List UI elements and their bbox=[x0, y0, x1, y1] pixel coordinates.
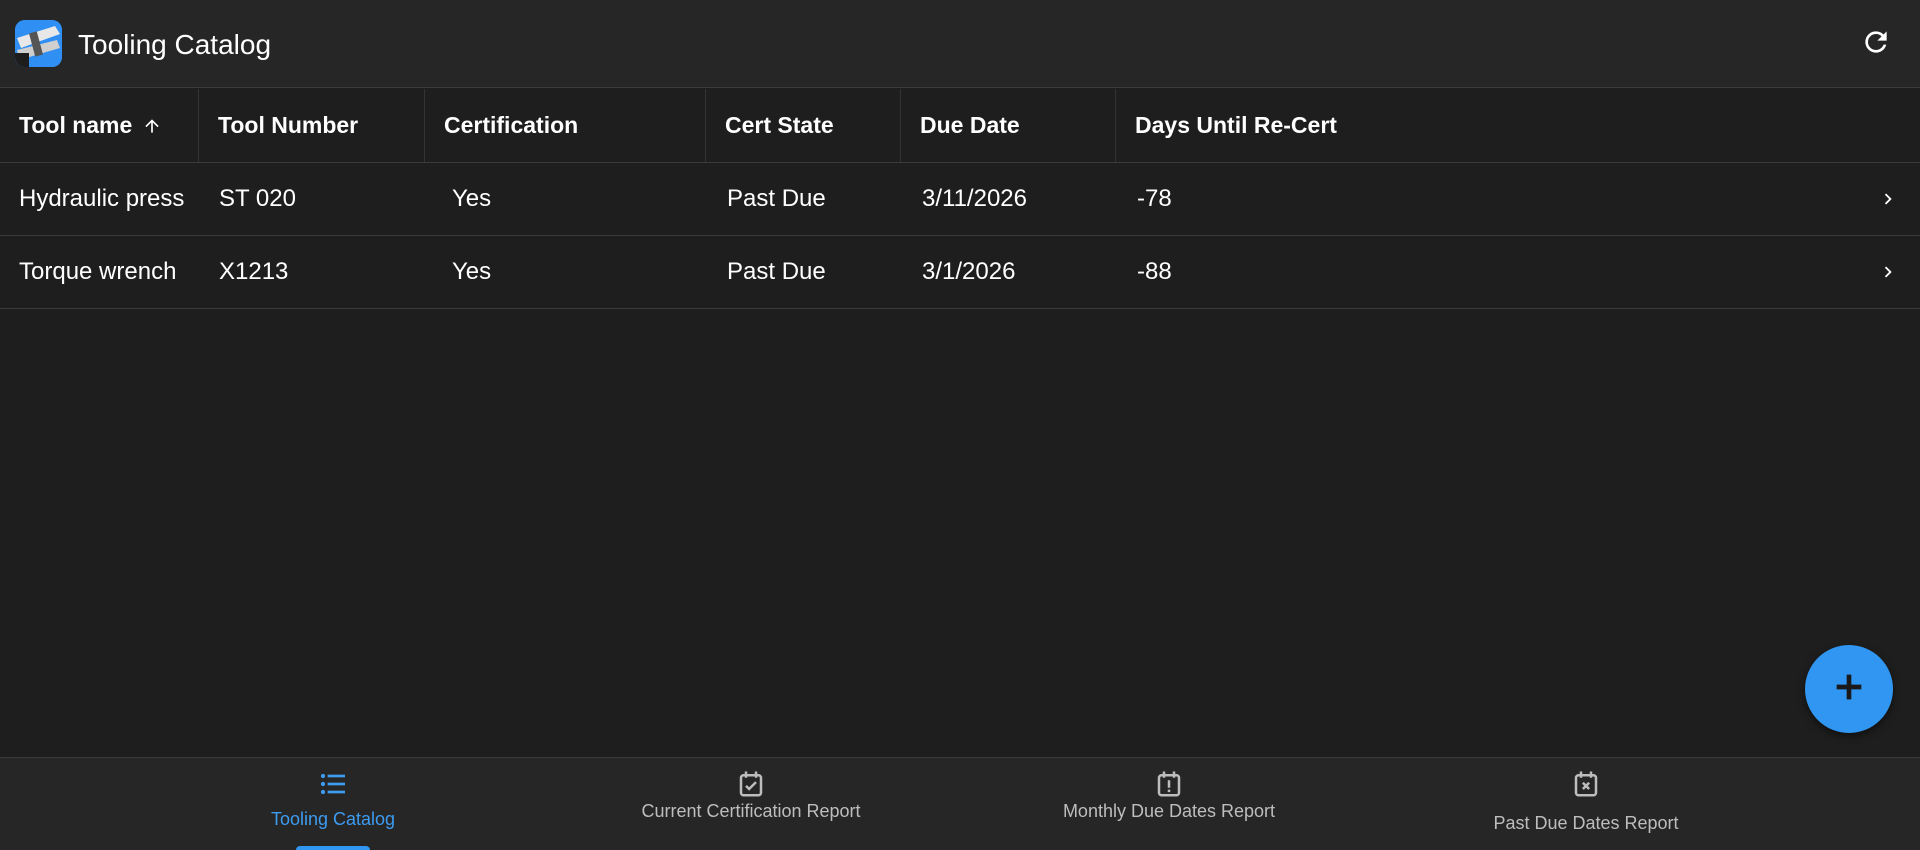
column-header-tool-number[interactable]: Tool Number bbox=[199, 89, 425, 162]
column-header-days-until-recert[interactable]: Days Until Re-Cert bbox=[1116, 89, 1516, 162]
table-row[interactable]: Torque wrench X1213 Yes Past Due 3/1/202… bbox=[0, 236, 1920, 309]
table-header: Tool name Tool Number Certification Cert… bbox=[0, 89, 1920, 163]
cell-due-date: 3/11/2026 bbox=[922, 185, 1027, 212]
nav-item-past-due-dates-report[interactable]: Past Due Dates Report bbox=[1436, 758, 1736, 850]
app-header: Tooling Catalog bbox=[0, 0, 1920, 88]
cell-days-until-recert: -78 bbox=[1137, 185, 1172, 212]
column-header-label: Certification bbox=[444, 112, 579, 138]
calendar-check-icon bbox=[736, 768, 766, 800]
arrow-up-icon bbox=[142, 116, 162, 136]
nav-label: Current Certification Report bbox=[641, 801, 861, 821]
column-header-label: Cert State bbox=[725, 112, 834, 138]
nav-item-current-certification-report[interactable]: Current Certification Report bbox=[601, 758, 901, 850]
nav-item-monthly-due-dates-report[interactable]: Monthly Due Dates Report bbox=[1019, 758, 1319, 850]
nav-label: Past Due Dates Report bbox=[1493, 813, 1679, 833]
active-tab-indicator bbox=[296, 846, 370, 850]
app-root: Tooling Catalog Tool name Tool Number Ce… bbox=[0, 0, 1920, 850]
tool-table: Tool name Tool Number Certification Cert… bbox=[0, 89, 1920, 309]
list-icon bbox=[317, 768, 349, 800]
wrench-logo-icon bbox=[15, 20, 62, 67]
refresh-icon bbox=[1860, 26, 1892, 63]
nav-item-tooling-catalog[interactable]: Tooling Catalog bbox=[183, 758, 483, 850]
cell-tool-name: Hydraulic press bbox=[19, 185, 185, 212]
column-header-label: Due Date bbox=[920, 112, 1020, 138]
calendar-alert-icon bbox=[1154, 768, 1184, 800]
cell-tool-name: Torque wrench bbox=[19, 258, 177, 285]
column-header-due-date[interactable]: Due Date bbox=[901, 89, 1116, 162]
column-header-cert-state[interactable]: Cert State bbox=[706, 89, 901, 162]
chevron-right-icon[interactable] bbox=[1874, 258, 1902, 286]
cell-due-date: 3/1/2026 bbox=[922, 258, 1016, 285]
plus-icon bbox=[1829, 667, 1869, 712]
cell-certification: Yes bbox=[452, 185, 492, 212]
cell-cert-state: Past Due bbox=[727, 258, 826, 285]
column-header-certification[interactable]: Certification bbox=[425, 89, 706, 162]
chevron-right-icon[interactable] bbox=[1874, 185, 1902, 213]
column-header-tool-name[interactable]: Tool name bbox=[0, 89, 199, 162]
calendar-x-icon bbox=[1571, 768, 1601, 800]
table-row[interactable]: Hydraulic press ST 020 Yes Past Due 3/11… bbox=[0, 163, 1920, 236]
nav-label: Tooling Catalog bbox=[270, 809, 396, 829]
app-title: Tooling Catalog bbox=[78, 29, 272, 60]
cell-tool-number: ST 020 bbox=[219, 185, 296, 212]
nav-label: Monthly Due Dates Report bbox=[1062, 801, 1276, 821]
bottom-navigation: Tooling Catalog Current Certification Re… bbox=[0, 757, 1920, 850]
column-header-label: Tool name bbox=[19, 112, 133, 138]
cell-days-until-recert: -88 bbox=[1137, 258, 1172, 285]
cell-tool-number: X1213 bbox=[219, 258, 289, 285]
cell-cert-state: Past Due bbox=[727, 185, 826, 212]
refresh-button[interactable] bbox=[1856, 24, 1896, 64]
add-tool-button[interactable] bbox=[1805, 645, 1893, 733]
column-header-label: Days Until Re-Cert bbox=[1135, 112, 1337, 138]
column-header-label: Tool Number bbox=[218, 112, 359, 138]
cell-certification: Yes bbox=[452, 258, 492, 285]
